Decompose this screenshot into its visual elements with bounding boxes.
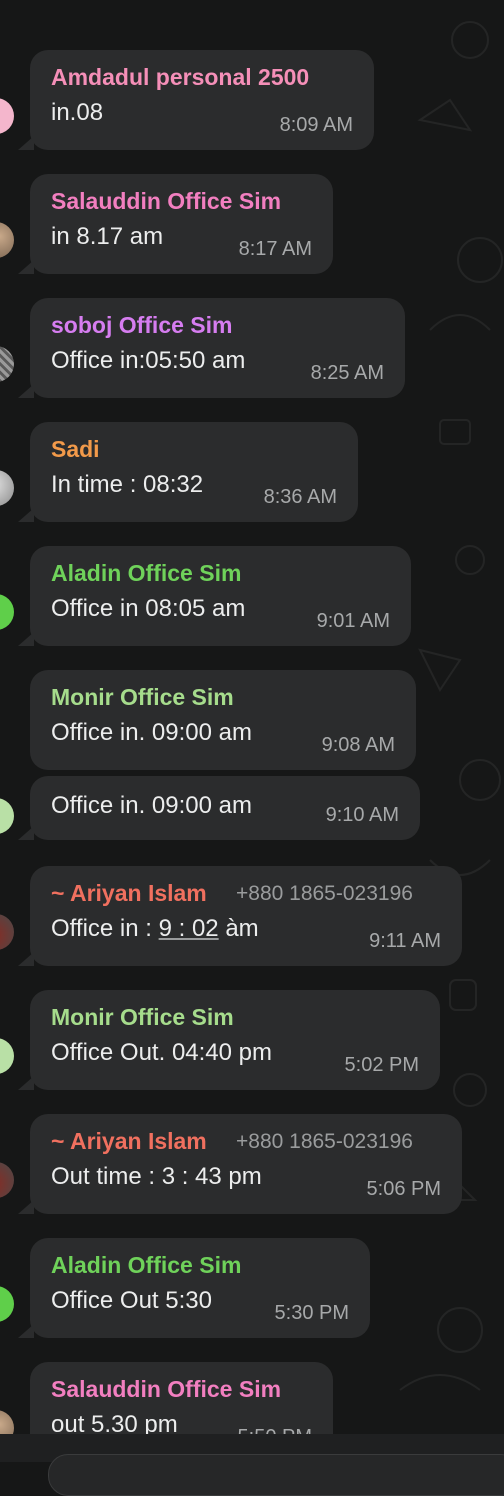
message-bubble[interactable]: Monir Office Sim Office Out. 04:40 pm 5:… (30, 990, 440, 1090)
message-text: Office in : 9 : 02 àm (51, 915, 259, 942)
message-text: Office in:05:50 am (51, 347, 246, 374)
sender-phone[interactable]: +880 1865-023196 (236, 1130, 413, 1154)
message-time: 8:09 AM (279, 114, 353, 136)
message-text: Office Out 5:30 (51, 1287, 212, 1314)
sender-name[interactable]: Salauddin Office Sim (51, 1376, 281, 1403)
message-text: In time : 08:32 (51, 471, 204, 498)
message-composer-area (0, 1434, 504, 1496)
sender-name[interactable]: Aladin Office Sim (51, 1252, 241, 1279)
message-text: Office in. 09:00 am (51, 792, 252, 819)
sender-name[interactable]: soboj Office Sim (51, 312, 232, 339)
message-time: 5:06 PM (366, 1178, 441, 1200)
message-time: 9:08 AM (321, 734, 395, 756)
message-bubble[interactable]: Amdadul personal 2500 in.08 8:09 AM (30, 50, 374, 150)
message-time: 9:10 AM (325, 804, 399, 826)
sender-name[interactable]: Sadi (51, 436, 100, 463)
sender-phone[interactable]: +880 1865-023196 (236, 882, 413, 906)
message-text: Out time : 3 : 43 pm (51, 1163, 262, 1190)
message-time: 8:25 AM (310, 362, 384, 384)
message-text: Office in 08:05 am (51, 595, 246, 622)
sender-name[interactable]: Monir Office Sim (51, 1004, 234, 1031)
message-text: in.08 (51, 99, 104, 126)
message-text: in 8.17 am (51, 223, 164, 250)
message-time: 8:17 AM (238, 238, 312, 260)
message-bubble[interactable]: Office in. 09:00 am 9:10 AM (30, 776, 420, 840)
message-time: 5:50 PM (238, 1426, 312, 1434)
sender-name[interactable]: Amdadul personal 2500 (51, 64, 309, 91)
message-time: 9:01 AM (316, 610, 390, 632)
message-bubble[interactable]: Aladin Office Sim Office in 08:05 am 9:0… (30, 546, 411, 646)
message-input[interactable] (48, 1454, 504, 1496)
sender-name[interactable]: Salauddin Office Sim (51, 188, 281, 215)
time-link[interactable]: 9 : 02 (159, 915, 219, 942)
message-bubble[interactable]: Aladin Office Sim Office Out 5:30 5:30 P… (30, 1238, 370, 1338)
sender-name[interactable]: Aladin Office Sim (51, 560, 241, 587)
message-text: Office in. 09:00 am (51, 719, 252, 746)
sender-name[interactable]: ~ Ariyan Islam (51, 880, 207, 907)
message-time: 8:36 AM (263, 486, 337, 508)
message-bubble[interactable]: Salauddin Office Sim out 5.30 pm 5:50 PM (30, 1362, 333, 1434)
message-bubble[interactable]: ~ Ariyan Islam +880 1865-023196 Office i… (30, 866, 462, 966)
chat-message-list[interactable]: Amdadul personal 2500 in.08 8:09 AM Sala… (0, 0, 504, 1434)
message-time: 5:02 PM (344, 1054, 419, 1076)
message-text: Office Out. 04:40 pm (51, 1039, 273, 1066)
message-time: 5:30 PM (274, 1302, 349, 1324)
message-bubble[interactable]: Sadi In time : 08:32 8:36 AM (30, 422, 358, 522)
message-bubble[interactable]: Salauddin Office Sim in 8.17 am 8:17 AM (30, 174, 333, 274)
message-bubble[interactable]: soboj Office Sim Office in:05:50 am 8:25… (30, 298, 405, 398)
message-time: 9:11 AM (369, 930, 441, 952)
message-text: out 5.30 pm (51, 1411, 178, 1434)
sender-name[interactable]: ~ Ariyan Islam (51, 1128, 207, 1155)
message-bubble[interactable]: Monir Office Sim Office in. 09:00 am 9:0… (30, 670, 416, 770)
message-bubble[interactable]: ~ Ariyan Islam +880 1865-023196 Out time… (30, 1114, 462, 1214)
sender-name[interactable]: Monir Office Sim (51, 684, 234, 711)
